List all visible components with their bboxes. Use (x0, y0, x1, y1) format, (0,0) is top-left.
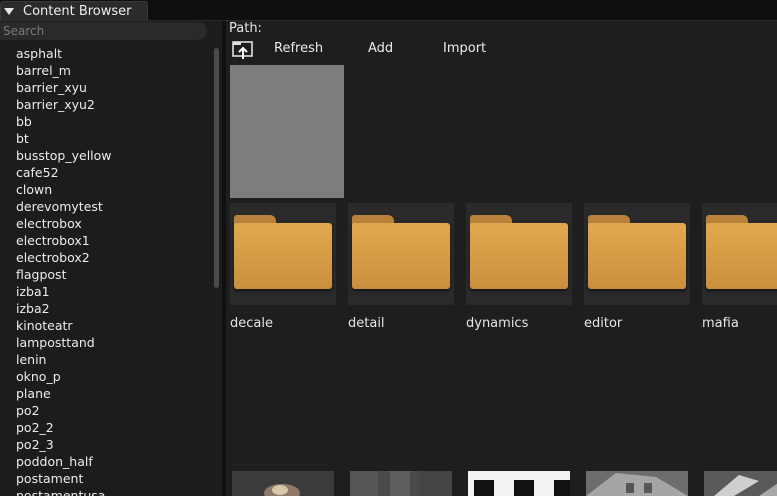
folder-label: dynamics (466, 316, 529, 331)
search-input[interactable] (0, 22, 207, 40)
list-item[interactable]: electrobox1 (16, 232, 112, 249)
folder-icon (706, 215, 777, 289)
folder-label: editor (584, 316, 623, 331)
folder-icon (352, 215, 450, 289)
thumbnail-image (232, 471, 334, 496)
add-button[interactable]: Add (368, 41, 393, 56)
thumbnail-image (350, 471, 452, 496)
asset-thumbnail[interactable] (586, 471, 688, 496)
list-item[interactable]: electrobox (16, 215, 112, 232)
asset-thumbnail[interactable] (350, 471, 452, 496)
list-item[interactable]: izba2 (16, 300, 112, 317)
list-item[interactable]: po2_2 (16, 419, 112, 436)
folder-tile-editor[interactable] (584, 203, 690, 305)
folder-tile-dynamics[interactable] (466, 203, 572, 305)
list-item[interactable]: kinoteatr (16, 317, 112, 334)
folder-label: mafia (702, 316, 739, 331)
up-folder-icon (232, 41, 253, 59)
asset-thumbnail[interactable] (232, 471, 334, 496)
asset-list: asphalt barrel_m barrier_xyu barrier_xyu2 bb… (16, 45, 112, 496)
list-item[interactable]: clown (16, 181, 112, 198)
list-item[interactable]: electrobox2 (16, 249, 112, 266)
list-item[interactable]: lamposttand (16, 334, 112, 351)
asset-thumbnail[interactable] (704, 471, 777, 496)
content-panel: Path: Refresh Add Import decale detail d… (226, 21, 777, 496)
thumbnail-image (704, 471, 777, 496)
list-item[interactable]: flagpost (16, 266, 112, 283)
folder-icon (470, 215, 568, 289)
folder-tile-mafia[interactable] (702, 203, 777, 305)
tab-content-browser[interactable]: Content Browser (0, 1, 148, 21)
folder-label: detail (348, 316, 385, 331)
list-item[interactable]: plane (16, 385, 112, 402)
list-item[interactable]: po2_3 (16, 436, 112, 453)
list-item[interactable]: bt (16, 130, 112, 147)
folder-tile-decale[interactable] (230, 203, 336, 305)
list-item[interactable]: poddon_half (16, 453, 112, 470)
thumbnail-image (468, 471, 570, 496)
navigate-up-button[interactable] (231, 39, 255, 61)
collapse-arrow-icon[interactable] (4, 8, 14, 15)
folder-icon (588, 215, 686, 289)
window-tabbar: Content Browser (0, 0, 777, 21)
list-item[interactable]: postamentusa (16, 487, 112, 496)
list-item[interactable]: okno_p (16, 368, 112, 385)
folder-tile-detail[interactable] (348, 203, 454, 305)
thumbnail-image (586, 471, 688, 496)
toolbar: Refresh Add Import (226, 38, 777, 64)
list-item[interactable]: postament (16, 470, 112, 487)
list-item[interactable]: asphalt (16, 45, 112, 62)
list-item[interactable]: barrier_xyu2 (16, 96, 112, 113)
list-item[interactable]: izba1 (16, 283, 112, 300)
list-item[interactable]: derevomytest (16, 198, 112, 215)
folder-label: decale (230, 316, 273, 331)
list-item[interactable]: barrel_m (16, 62, 112, 79)
list-item[interactable]: lenin (16, 351, 112, 368)
list-item[interactable]: barrier_xyu (16, 79, 112, 96)
folder-icon (234, 215, 332, 289)
window-title: Content Browser (23, 4, 132, 19)
list-item[interactable]: busstop_yellow (16, 147, 112, 164)
path-label: Path: (229, 21, 262, 36)
scrollbar-thumb[interactable] (214, 48, 219, 288)
import-button[interactable]: Import (443, 41, 486, 56)
refresh-button[interactable]: Refresh (274, 41, 323, 56)
selected-asset-preview[interactable] (230, 65, 344, 198)
asset-thumbnail[interactable] (468, 471, 570, 496)
list-item[interactable]: cafe52 (16, 164, 112, 181)
list-item[interactable]: bb (16, 113, 112, 130)
list-item[interactable]: po2 (16, 402, 112, 419)
asset-list-panel: asphaltbarrel_mbarrier_xyubarrier_xyu2bb… (0, 21, 222, 496)
